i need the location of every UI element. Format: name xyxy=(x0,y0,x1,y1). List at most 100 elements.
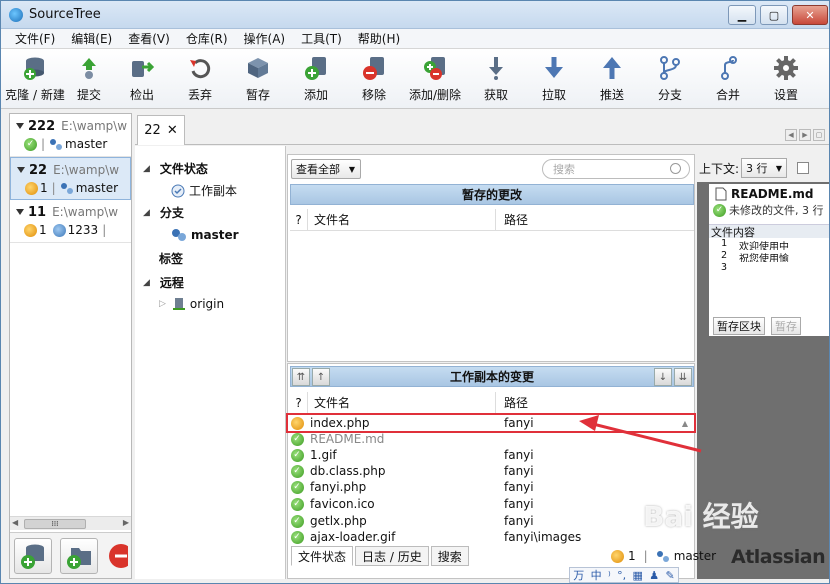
tree-working-copy[interactable]: 工作副本 xyxy=(171,182,237,199)
collapse-arrow-icon[interactable]: ◢ xyxy=(143,208,150,218)
file-row[interactable]: ✓ getlx.php fanyi xyxy=(288,513,694,529)
file-path: fanyi xyxy=(504,514,534,528)
ime-item[interactable]: °, xyxy=(617,569,626,582)
merge-icon xyxy=(715,55,741,81)
add-folder-button[interactable] xyxy=(60,537,98,574)
column-status[interactable]: ? xyxy=(290,209,308,230)
tab-search[interactable]: 搜索 xyxy=(430,546,469,566)
repo-expand-icon[interactable] xyxy=(14,206,26,218)
merge-button[interactable]: 合并 xyxy=(699,53,757,107)
tab-navigation: ◀ ▶ ▢ xyxy=(785,129,825,141)
repo-item-11[interactable]: 11 E:\wamp\w 1 1233 | xyxy=(10,200,131,243)
tree-file-status[interactable]: ◢ 文件状态 xyxy=(143,160,208,177)
file-row[interactable]: ✓ fanyi.php fanyi xyxy=(288,479,694,495)
tab-log-history[interactable]: 日志 / 历史 xyxy=(355,546,429,566)
tab-prev-icon[interactable]: ◀ xyxy=(785,129,797,141)
collapse-arrow-icon[interactable]: ◢ xyxy=(143,164,150,174)
status-modified-count: 1 xyxy=(628,549,636,563)
close-button[interactable]: ✕ xyxy=(792,5,828,25)
repo-path: E:\wamp\w xyxy=(61,119,127,133)
file-row[interactable]: ✓ ajax-loader.gif fanyi\images xyxy=(288,529,694,545)
stage-all-button[interactable]: ⇈ xyxy=(292,368,310,386)
discard-button[interactable]: 丢弃 xyxy=(171,53,229,107)
add-remove-icon xyxy=(422,55,448,81)
ime-item[interactable]: ♟ xyxy=(649,569,659,582)
menu-repository[interactable]: 仓库(R) xyxy=(178,30,236,47)
maximize-button[interactable]: ▢ xyxy=(760,5,788,25)
scroll-right-icon[interactable]: ▶ xyxy=(123,518,129,527)
ignore-whitespace-checkbox[interactable] xyxy=(797,162,810,174)
context-lines-dropdown[interactable]: 3 行 ▼ xyxy=(741,158,788,178)
commit-label: 提交 xyxy=(76,88,101,102)
column-path[interactable]: 路径 xyxy=(496,394,528,411)
settings-icon xyxy=(773,55,799,81)
tab-file-status[interactable]: 文件状态 xyxy=(291,546,354,566)
remove-button[interactable]: 移除 xyxy=(345,53,403,107)
file-icon xyxy=(715,187,727,201)
tab-repo-22[interactable]: 22 ✕ xyxy=(137,115,185,145)
menu-help[interactable]: 帮助(H) xyxy=(350,30,408,47)
column-status[interactable]: ? xyxy=(290,392,308,413)
stash-button[interactable]: 暂存 xyxy=(229,53,287,107)
ime-item[interactable]: 中 xyxy=(591,567,602,583)
ime-item[interactable]: ⁾ xyxy=(608,569,611,582)
tree-branches[interactable]: ◢ 分支 xyxy=(143,204,184,221)
ime-item[interactable]: ▦ xyxy=(632,569,642,582)
menu-view[interactable]: 查看(V) xyxy=(120,30,178,47)
clone-new-label: 克隆 / 新建 xyxy=(5,88,65,102)
branch-icon xyxy=(657,55,683,81)
fetch-button[interactable]: 获取 xyxy=(467,53,525,107)
minimize-button[interactable]: ▁ xyxy=(728,5,756,25)
menu-tools[interactable]: 工具(T) xyxy=(293,30,350,47)
repo-tabstrip: 22 ✕ ◀ ▶ ▢ xyxy=(135,113,829,145)
column-path[interactable]: 路径 xyxy=(496,211,528,228)
clean-status-icon: ✓ xyxy=(290,530,304,544)
column-filename[interactable]: 文件名 xyxy=(308,392,496,413)
menu-file[interactable]: 文件(F) xyxy=(7,30,63,47)
commit-button[interactable]: 提交 xyxy=(65,53,113,107)
ime-item[interactable]: 万 xyxy=(573,567,584,583)
search-input[interactable]: 搜索 xyxy=(542,159,690,179)
pull-button[interactable]: 拉取 xyxy=(525,53,583,107)
tree-remotes[interactable]: ◢ 远程 xyxy=(143,274,184,291)
remove-repository-icon xyxy=(109,543,128,568)
repo-expand-icon[interactable] xyxy=(14,120,26,132)
chevron-down-icon: ▼ xyxy=(348,164,355,174)
discard-label: 丢弃 xyxy=(187,88,212,102)
remove-repository-button[interactable] xyxy=(106,541,128,571)
repo-item-222[interactable]: 222 E:\wamp\w ✓ | master xyxy=(10,114,131,157)
clone-new-button[interactable]: 克隆 / 新建 xyxy=(5,53,65,107)
menu-actions[interactable]: 操作(A) xyxy=(236,30,294,47)
tab-close-icon[interactable]: ✕ xyxy=(167,123,178,138)
repo-item-22[interactable]: 22 E:\wamp\w 1 | master xyxy=(10,157,131,200)
stage-selected-button[interactable]: ↑ xyxy=(312,368,330,386)
file-row[interactable]: ✓ favicon.ico fanyi xyxy=(288,496,694,512)
add-button[interactable]: 添加 xyxy=(287,53,345,107)
menu-edit[interactable]: 编辑(E) xyxy=(63,30,120,47)
column-filename[interactable]: 文件名 xyxy=(308,209,496,230)
horizontal-scrollbar[interactable]: ◀ ⁞⁞⁞ ▶ xyxy=(10,516,131,530)
tree-remote-origin[interactable]: ▷ origin xyxy=(159,297,224,311)
ime-item[interactable]: ✎ xyxy=(666,569,675,582)
stage-lines-button[interactable]: 暂存 xyxy=(771,317,801,335)
collapse-arrow-icon[interactable]: ◢ xyxy=(143,278,150,288)
unstage-selected-button[interactable]: ↓ xyxy=(654,368,672,386)
push-button[interactable]: 推送 xyxy=(583,53,641,107)
view-filter-dropdown[interactable]: 查看全部 ▼ xyxy=(291,159,361,179)
modified-status-icon xyxy=(24,223,37,237)
unstage-all-button[interactable]: ⇊ xyxy=(674,368,692,386)
tab-restore-icon[interactable]: ▢ xyxy=(813,129,825,141)
branch-button[interactable]: 分支 xyxy=(641,53,699,107)
add-repository-button[interactable] xyxy=(14,537,52,574)
settings-button[interactable]: 设置 xyxy=(757,53,815,107)
scrollbar-thumb[interactable]: ⁞⁞⁞ xyxy=(24,519,86,529)
tree-branch-master[interactable]: master xyxy=(171,228,239,242)
add-remove-button[interactable]: 添加/删除 xyxy=(403,53,467,107)
stage-hunk-button[interactable]: 暂存区块 xyxy=(713,317,765,335)
repo-expand-icon[interactable] xyxy=(15,164,27,176)
expand-arrow-icon[interactable]: ▷ xyxy=(159,299,166,309)
checkout-button[interactable]: 检出 xyxy=(113,53,171,107)
scroll-left-icon[interactable]: ◀ xyxy=(12,518,18,527)
tree-tags[interactable]: 标签 xyxy=(159,250,183,267)
tab-next-icon[interactable]: ▶ xyxy=(799,129,811,141)
